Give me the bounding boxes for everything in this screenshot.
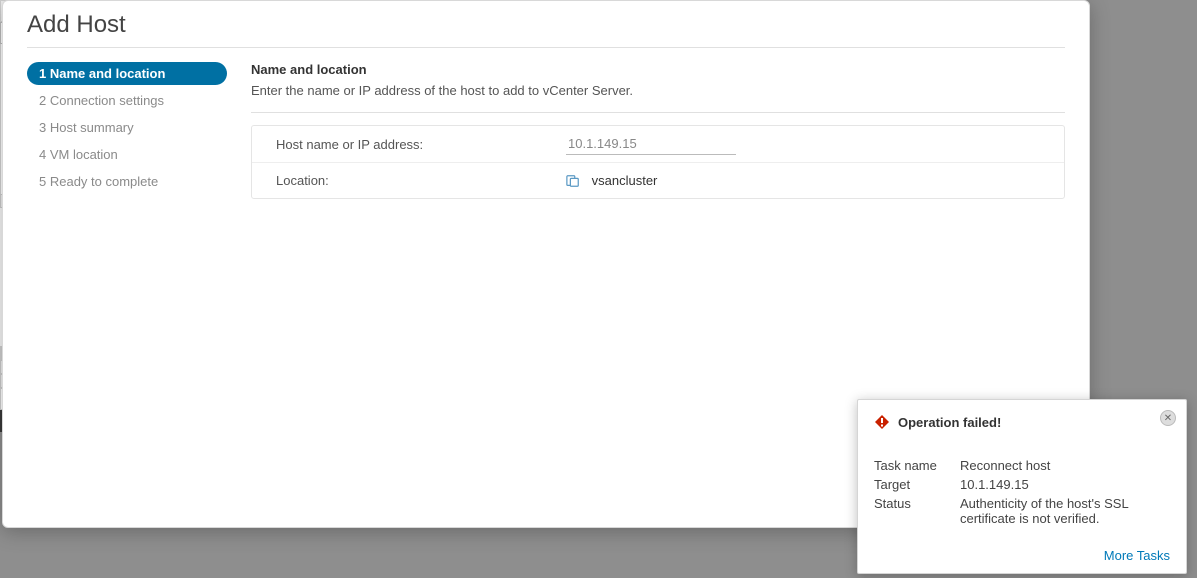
cluster-icon	[566, 174, 580, 188]
operation-failed-toast: ✕ Operation failed! Task name Reconnect …	[857, 399, 1187, 574]
step-host-summary[interactable]: 3 Host summary	[27, 116, 227, 139]
panel-description: Enter the name or IP address of the host…	[251, 83, 1065, 98]
status-label: Status	[874, 496, 954, 526]
target-label: Target	[874, 477, 954, 492]
toast-header: Operation failed!	[874, 414, 1170, 430]
row-hostname: Host name or IP address:	[252, 126, 1064, 162]
wizard-steps: 1 Name and location 2 Connection setting…	[27, 62, 227, 501]
status-value: Authenticity of the host's SSL certifica…	[960, 496, 1170, 526]
toast-details: Task name Reconnect host Target 10.1.149…	[874, 458, 1170, 526]
close-icon: ✕	[1164, 413, 1172, 424]
divider	[251, 112, 1065, 113]
more-tasks-link[interactable]: More Tasks	[874, 548, 1170, 563]
step-connection-settings[interactable]: 2 Connection settings	[27, 89, 227, 112]
form-box: Host name or IP address: Location: vsanc…	[251, 125, 1065, 199]
location-value: vsancluster	[592, 173, 658, 188]
wizard-title: Add Host	[3, 1, 1089, 47]
location-label: Location:	[276, 173, 566, 188]
alert-icon	[874, 414, 890, 430]
location-value-wrapper: vsancluster	[566, 173, 657, 189]
task-name-label: Task name	[874, 458, 954, 473]
step-name-location[interactable]: 1 Name and location	[27, 62, 227, 85]
hostname-input[interactable]	[566, 133, 736, 155]
toast-title: Operation failed!	[898, 415, 1001, 430]
step-vm-location[interactable]: 4 VM location	[27, 143, 227, 166]
row-location: Location: vsancluster	[252, 162, 1064, 198]
task-name-value: Reconnect host	[960, 458, 1170, 473]
panel-title: Name and location	[251, 62, 1065, 77]
step-ready-complete[interactable]: 5 Ready to complete	[27, 170, 227, 193]
toast-close-button[interactable]: ✕	[1160, 410, 1176, 426]
hostname-label: Host name or IP address:	[276, 137, 566, 152]
target-value: 10.1.149.15	[960, 477, 1170, 492]
